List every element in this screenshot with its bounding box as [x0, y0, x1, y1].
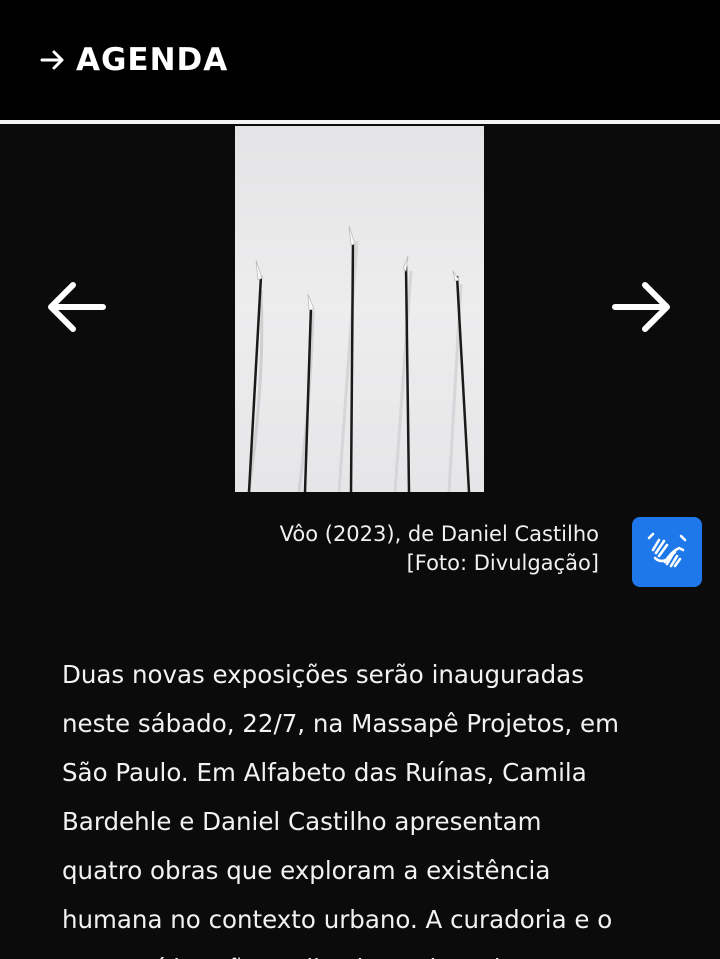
artwork-photo [235, 126, 484, 492]
carousel-prev-button[interactable] [40, 278, 110, 340]
arrow-left-icon [43, 279, 107, 339]
article-paragraph: Duas novas exposições serão inauguradas … [62, 660, 619, 959]
header-bar: AGENDA [0, 0, 720, 120]
article-body: Duas novas exposições serão inauguradas … [62, 650, 672, 959]
image-caption: Vôo (2023), de Daniel Castilho [Foto: Di… [280, 520, 599, 578]
page: AGENDA Vôo (2023), de Daniel Castilho [F… [0, 0, 720, 959]
caption-title: Vôo (2023), de Daniel Castilho [279, 522, 599, 546]
header-divider [0, 120, 720, 124]
sign-language-button[interactable] [632, 517, 702, 587]
arrow-right-icon [611, 279, 675, 339]
page-title: AGENDA [76, 42, 229, 78]
sign-language-hands-icon [645, 528, 689, 576]
agenda-link[interactable]: AGENDA [40, 36, 228, 84]
arrow-right-icon [40, 49, 66, 71]
carousel-next-button[interactable] [608, 278, 678, 340]
caption-credit: [Foto: Divulgação] [406, 551, 599, 575]
